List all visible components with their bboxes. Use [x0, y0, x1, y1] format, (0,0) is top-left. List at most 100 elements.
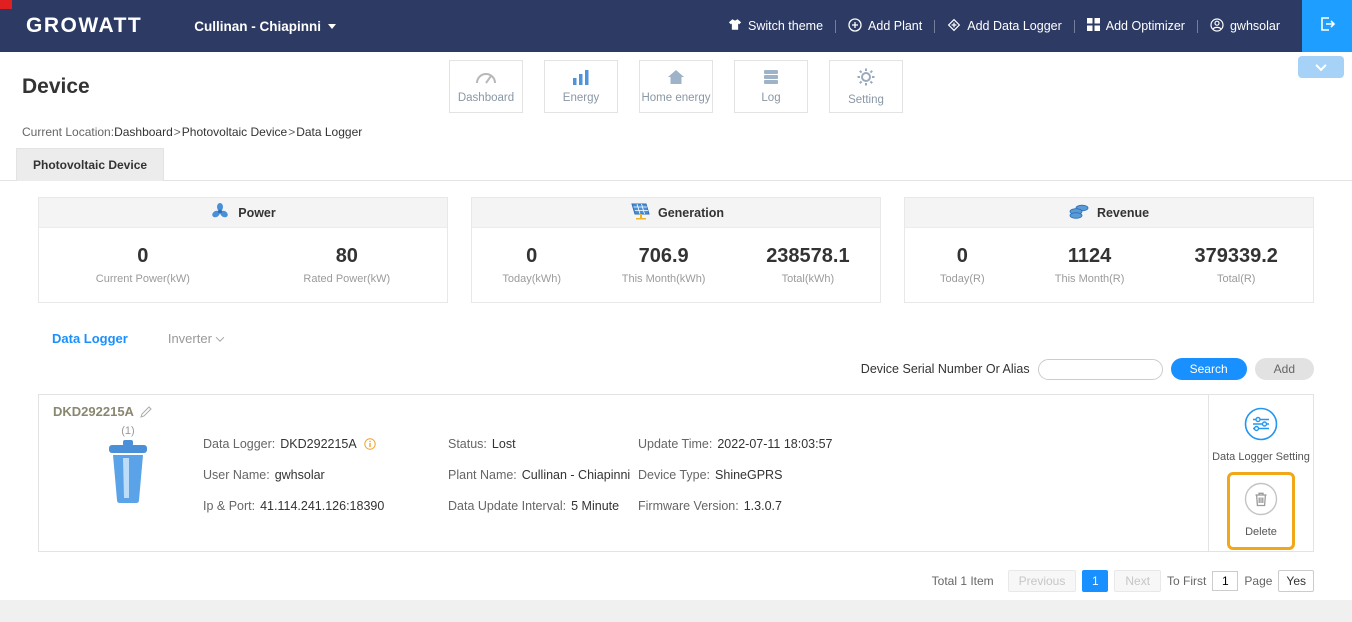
- device-name: DKD292215A: [53, 404, 134, 419]
- field-data-logger: Data Logger: DKD292215A: [203, 437, 448, 451]
- stat-generation-total: 238578.1 Total(kWh): [766, 245, 849, 285]
- add-data-logger-button[interactable]: Add Data Logger: [935, 18, 1074, 35]
- data-logger-setting-button[interactable]: Data Logger Setting: [1212, 407, 1310, 463]
- generation-card-header: Generation: [472, 198, 880, 228]
- subtab-inverter-label: Inverter: [168, 331, 212, 346]
- stat-rated-power: 80 Rated Power(kW): [303, 245, 390, 285]
- stat-value: 0: [502, 245, 561, 268]
- power-card-body: 0 Current Power(kW) 80 Rated Power(kW): [39, 228, 447, 302]
- plant-selector-label: Cullinan - Chiapinni: [194, 19, 321, 34]
- go-to-page-button[interactable]: Yes: [1278, 570, 1314, 592]
- next-page-button[interactable]: Next: [1114, 570, 1161, 592]
- add-button[interactable]: Add: [1255, 358, 1314, 380]
- stat-revenue-month: 1124 This Month(R): [1055, 245, 1125, 285]
- stat-label: Total(R): [1195, 273, 1278, 285]
- revenue-card-header: Revenue: [905, 198, 1313, 228]
- stat-value: 1124: [1055, 245, 1125, 268]
- breadcrumb-data-logger[interactable]: Data Logger: [296, 125, 362, 139]
- plant-selector-dropdown[interactable]: Cullinan - Chiapinni: [194, 19, 336, 34]
- breadcrumb-dashboard[interactable]: Dashboard: [114, 125, 173, 139]
- data-logger-card-left: DKD292215A (1): [39, 395, 1208, 551]
- circle-plus-icon: [848, 18, 862, 35]
- user-icon: [1210, 18, 1224, 35]
- server-icon: [762, 69, 780, 88]
- add-plant-button[interactable]: Add Plant: [836, 18, 934, 35]
- subtab-inverter[interactable]: Inverter: [168, 331, 223, 346]
- growatt-device-page: GROWATT Cullinan - Chiapinni Switch them…: [0, 0, 1352, 622]
- diamond-plus-icon: [947, 18, 961, 35]
- breadcrumb-separator: >: [174, 125, 181, 139]
- stat-generation-today: 0 Today(kWh): [502, 245, 561, 285]
- field-ip-port: Ip & Port: 41.114.241.126:18390: [203, 499, 448, 513]
- delete-button-highlighted[interactable]: Delete: [1227, 472, 1295, 550]
- field-value: DKD292215A: [280, 437, 356, 451]
- search-input[interactable]: [1038, 359, 1163, 380]
- user-account-button[interactable]: gwhsolar: [1198, 18, 1292, 35]
- device-content: (1) Data Logger:: [53, 419, 1208, 513]
- stat-label: Rated Power(kW): [303, 273, 390, 285]
- previous-page-button[interactable]: Previous: [1008, 570, 1077, 592]
- logout-icon: [1318, 15, 1336, 38]
- field-label: Firmware Version:: [638, 499, 739, 513]
- nav-home-energy-label: Home energy: [641, 92, 710, 104]
- topbar: GROWATT Cullinan - Chiapinni Switch them…: [0, 0, 1352, 52]
- sliders-circle-icon: [1244, 407, 1278, 446]
- breadcrumb: Current Location: Dashboard > Photovolta…: [0, 122, 1352, 142]
- nav-home-energy-button[interactable]: Home energy: [639, 60, 713, 113]
- edit-pencil-icon[interactable]: [140, 406, 152, 418]
- field-value: Lost: [492, 437, 516, 451]
- add-optimizer-button[interactable]: Add Optimizer: [1075, 18, 1197, 34]
- nav-energy-button[interactable]: Energy: [544, 60, 618, 113]
- red-corner-marker: [0, 0, 12, 9]
- collapse-panel-button[interactable]: [1298, 56, 1344, 78]
- device-actions-column: Data Logger Setting Delete: [1208, 395, 1313, 551]
- stat-value: 0: [96, 245, 190, 268]
- footer-strip: [0, 600, 1352, 622]
- stat-revenue-total: 379339.2 Total(R): [1195, 245, 1278, 285]
- tab-photovoltaic-device[interactable]: Photovoltaic Device: [16, 148, 164, 181]
- nav-energy-label: Energy: [563, 92, 599, 104]
- info-icon[interactable]: [364, 438, 376, 450]
- revenue-card: Revenue 0 Today(R) 1124 This Month(R) 37…: [904, 197, 1314, 303]
- stat-value: 0: [940, 245, 985, 268]
- field-update-time: Update Time: 2022-07-11 18:03:57: [638, 437, 1208, 451]
- field-value: gwhsolar: [275, 468, 325, 482]
- nav-setting-button[interactable]: Setting: [829, 60, 903, 113]
- field-data-update-interval: Data Update Interval: 5 Minute: [448, 499, 638, 513]
- tab-row: Photovoltaic Device: [0, 147, 1352, 181]
- to-first-label: To First: [1167, 574, 1206, 588]
- trash-icon: [1244, 482, 1278, 521]
- username-label: gwhsolar: [1230, 19, 1280, 33]
- field-user-name: User Name: gwhsolar: [203, 468, 448, 482]
- logout-button[interactable]: [1302, 0, 1352, 52]
- stat-label: This Month(R): [1055, 273, 1125, 285]
- pagination-total: Total 1 Item: [932, 574, 994, 588]
- search-row: Device Serial Number Or Alias Search Add: [38, 358, 1314, 380]
- field-device-type: Device Type: ShineGPRS: [638, 468, 1208, 482]
- search-button[interactable]: Search: [1171, 358, 1247, 380]
- add-plant-label: Add Plant: [868, 19, 922, 33]
- current-page-button[interactable]: 1: [1082, 570, 1108, 592]
- generation-card-title: Generation: [658, 206, 724, 220]
- stat-label: Current Power(kW): [96, 273, 190, 285]
- field-value: 41.114.241.126:18390: [260, 499, 384, 513]
- nav-log-label: Log: [761, 92, 780, 104]
- growatt-logo[interactable]: GROWATT: [26, 14, 142, 38]
- data-logger-device-icon: [103, 440, 153, 511]
- power-card: Power 0 Current Power(kW) 80 Rated Power…: [38, 197, 448, 303]
- breadcrumb-photovoltaic-device[interactable]: Photovoltaic Device: [182, 125, 287, 139]
- chevron-down-icon: [216, 333, 224, 341]
- subtab-data-logger[interactable]: Data Logger: [52, 331, 128, 346]
- nav-log-button[interactable]: Log: [734, 60, 808, 113]
- stat-value: 238578.1: [766, 245, 849, 268]
- pagination: Total 1 Item Previous 1 Next To First Pa…: [38, 570, 1314, 592]
- chevron-down-icon: [1315, 60, 1326, 71]
- data-logger-card: DKD292215A (1): [38, 394, 1314, 552]
- grid-icon: [1087, 18, 1100, 34]
- page-number-input[interactable]: [1212, 571, 1238, 591]
- switch-theme-button[interactable]: Switch theme: [716, 18, 835, 34]
- stat-value: 379339.2: [1195, 245, 1278, 268]
- nav-dashboard-button[interactable]: Dashboard: [449, 60, 523, 113]
- breadcrumb-separator: >: [288, 125, 295, 139]
- generation-card: Generation 0 Today(kWh) 706.9 This Month…: [471, 197, 881, 303]
